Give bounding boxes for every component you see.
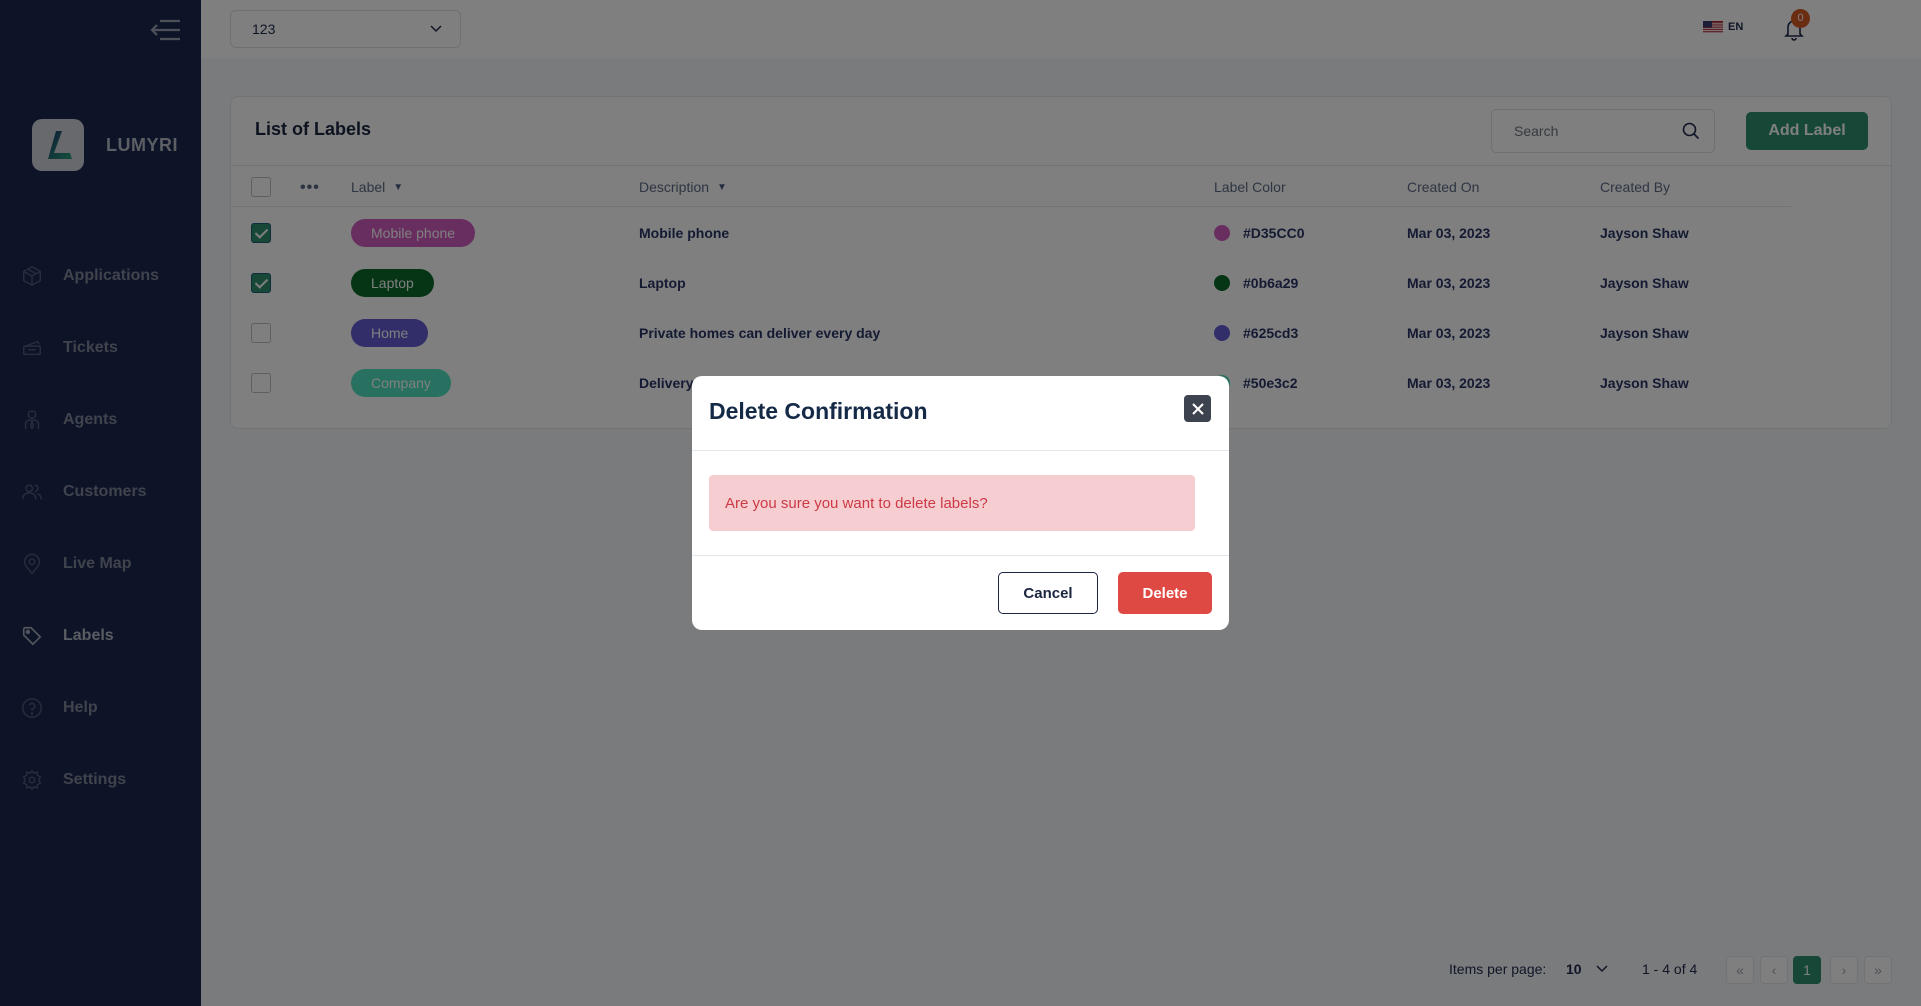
divider [692,555,1229,556]
delete-button[interactable]: Delete [1118,572,1212,614]
cancel-button[interactable]: Cancel [998,572,1098,614]
delete-confirmation-dialog: Delete Confirmation Are you sure you wan… [692,376,1229,630]
warning-message: Are you sure you want to delete labels? [709,475,1195,531]
dialog-title: Delete Confirmation [709,398,928,424]
close-button[interactable] [1184,395,1211,422]
divider [692,450,1229,451]
close-icon [1191,402,1204,415]
